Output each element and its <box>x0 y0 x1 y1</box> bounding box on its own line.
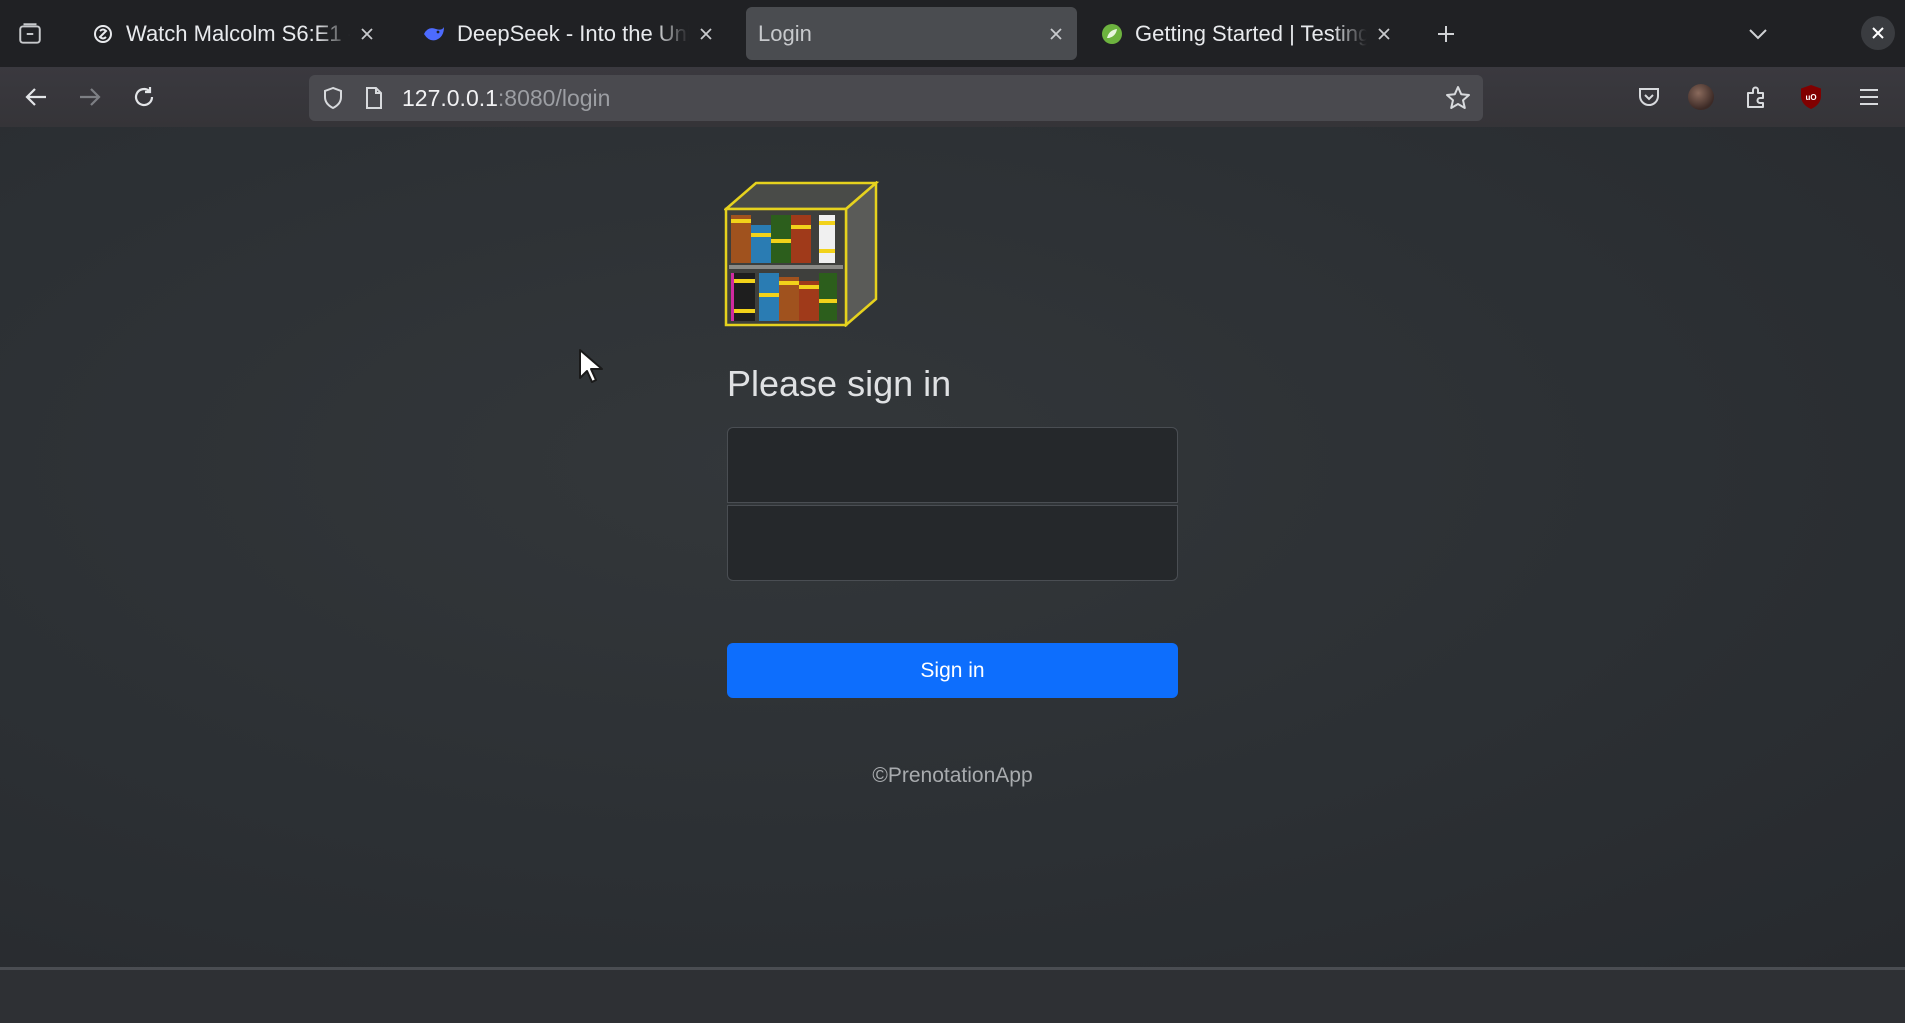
sign-in-button[interactable]: Sign in <box>727 643 1178 698</box>
forward-button[interactable] <box>72 79 108 115</box>
arrow-left-icon <box>25 88 46 106</box>
reload-icon <box>134 87 154 107</box>
tab-close-icon[interactable] <box>1371 21 1397 47</box>
mouse-cursor-icon <box>579 349 603 383</box>
tab-title: DeepSeek - Into the Unknown <box>457 20 689 46</box>
reload-button[interactable] <box>126 79 162 115</box>
ublock-button[interactable]: uO <box>1793 79 1829 115</box>
streaming-logo-icon <box>90 21 116 47</box>
tab-close-icon[interactable] <box>1043 21 1069 47</box>
spring-leaf-icon <box>1099 21 1125 47</box>
hamburger-menu-icon <box>1860 89 1878 105</box>
plus-icon <box>1438 26 1454 42</box>
svg-text:uO: uO <box>1805 93 1816 102</box>
page-info-icon[interactable] <box>361 85 387 111</box>
app-menu-button[interactable] <box>1851 79 1887 115</box>
new-tab-button[interactable] <box>1430 18 1462 50</box>
arrow-right-icon <box>80 88 101 106</box>
browser-window: Watch Malcolm S6:E1 - Stream DeepSeek - … <box>0 0 1905 1023</box>
page-content: Please sign in Sign in ©PrenotationApp <box>0 127 1905 967</box>
address-bar[interactable]: 127.0.0.1:8080/login <box>309 75 1483 121</box>
pocket-button[interactable] <box>1631 79 1667 115</box>
tab-close-icon[interactable] <box>693 21 719 47</box>
tab-strip: Watch Malcolm S6:E1 - Stream DeepSeek - … <box>0 0 1905 67</box>
url-host: 127.0.0.1 <box>402 85 498 111</box>
ublock-shield-icon: uO <box>1801 85 1821 109</box>
list-all-tabs-button[interactable] <box>1742 18 1774 50</box>
password-field[interactable] <box>727 505 1178 581</box>
bookmark-star-icon[interactable] <box>1445 85 1471 111</box>
chevron-down-icon <box>1749 29 1767 40</box>
page-title: Please sign in <box>727 363 952 404</box>
tab-close-icon[interactable] <box>354 21 380 47</box>
shield-icon[interactable] <box>320 85 346 111</box>
bookshelf-logo <box>724 181 880 327</box>
tab-list-button[interactable] <box>13 17 47 51</box>
close-icon <box>1872 27 1884 39</box>
tab-deepseek[interactable]: DeepSeek - Into the Unknown <box>407 7 727 60</box>
copyright-footer: ©PrenotationApp <box>872 764 1033 787</box>
window-close-button[interactable] <box>1861 16 1895 50</box>
deepseek-whale-icon <box>421 21 447 47</box>
pocket-icon <box>1639 88 1659 106</box>
tab-getting-started[interactable]: Getting Started | Testing the Web Layer <box>1085 7 1405 60</box>
firefox-view-icon <box>19 23 41 44</box>
tab-malcolm[interactable]: Watch Malcolm S6:E1 - Stream <box>76 7 388 60</box>
account-button[interactable] <box>1683 79 1719 115</box>
bottom-bar <box>0 967 1905 1023</box>
puzzle-piece-icon <box>1747 86 1764 108</box>
url-text: 127.0.0.1:8080/login <box>402 85 610 112</box>
back-button[interactable] <box>18 79 54 115</box>
extensions-button[interactable] <box>1738 79 1774 115</box>
navigation-toolbar: 127.0.0.1:8080/login uO <box>0 67 1905 127</box>
tab-title: Getting Started | Testing the Web Layer <box>1135 20 1367 46</box>
tab-title: Watch Malcolm S6:E1 - Stream <box>126 20 350 46</box>
username-field[interactable] <box>727 427 1178 503</box>
tab-title: Login <box>758 20 812 46</box>
avatar <box>1688 84 1714 110</box>
tab-login[interactable]: Login <box>746 7 1077 60</box>
url-path: :8080/login <box>497 85 611 111</box>
